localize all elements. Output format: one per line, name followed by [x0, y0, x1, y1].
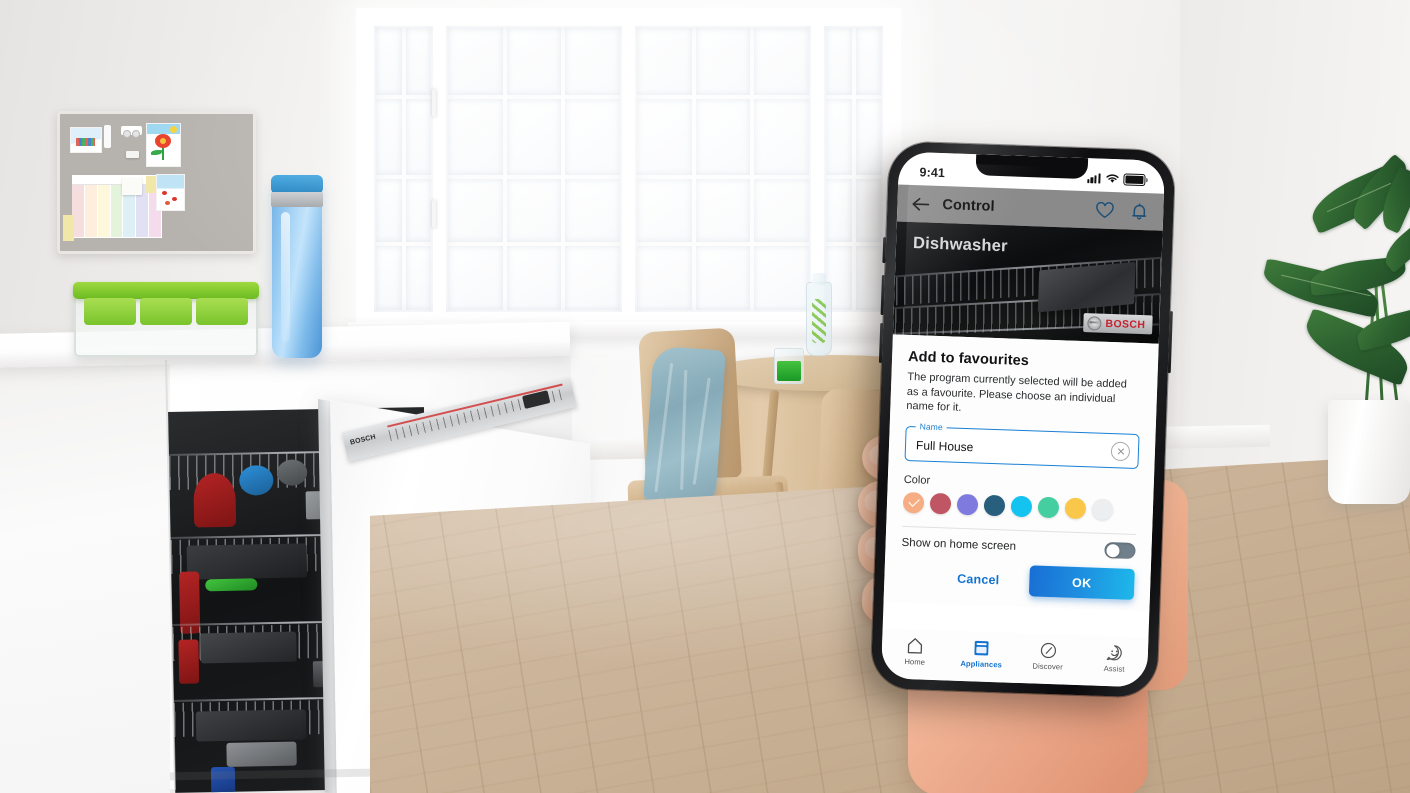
- nav-label-discover: Discover: [1032, 661, 1063, 672]
- bosch-logo-icon: [1087, 315, 1102, 331]
- nav-item-home[interactable]: Home: [886, 636, 945, 667]
- dialog-title: Add to favourites: [907, 348, 1030, 370]
- glass-carafe: [806, 273, 832, 356]
- status-bar-time: 9:41: [919, 164, 946, 180]
- appliance-hero-image: Dishwasher BOSCH: [892, 221, 1163, 344]
- nav-label-home: Home: [904, 657, 926, 667]
- back-arrow-icon[interactable]: [908, 192, 932, 216]
- blue-water-bottle: [271, 175, 323, 358]
- ok-button[interactable]: OK: [1028, 565, 1135, 601]
- drinking-glass: [774, 348, 804, 384]
- nav-label-assist: Assist: [1103, 663, 1125, 674]
- nav-item-assist[interactable]: Assist: [1085, 643, 1144, 674]
- plant-pot: [1328, 400, 1410, 504]
- color-swatch-rose[interactable]: [929, 493, 952, 515]
- appliance-icon: [974, 640, 989, 656]
- smiley-chat-icon: [1106, 645, 1123, 661]
- dialog-actions: Cancel OK: [900, 551, 1136, 611]
- appliance-title: Dishwasher: [912, 234, 1008, 256]
- cellular-signal-icon: [1086, 173, 1101, 184]
- color-swatch-peach[interactable]: [902, 492, 925, 514]
- heart-icon[interactable]: [1093, 198, 1117, 222]
- kitchen-island-side: [0, 352, 170, 793]
- color-swatch-cyan[interactable]: [1010, 495, 1033, 518]
- bottom-navigation-bar: Home Appliances Discover Assist: [880, 628, 1149, 688]
- bosch-badge: BOSCH: [1083, 313, 1153, 335]
- color-swatch-amber[interactable]: [1064, 497, 1087, 520]
- kitchen-scene-photo: BOSCH 9:41 Control Dishwasher BOSCH Add …: [0, 0, 1410, 793]
- color-swatch-mint[interactable]: [1037, 496, 1060, 519]
- childs-drawing-people: [70, 127, 102, 153]
- name-field-value: Full House: [915, 438, 974, 455]
- window-column-center-right: [631, 22, 815, 316]
- phone-notch: [975, 154, 1089, 180]
- bell-icon[interactable]: [1127, 200, 1151, 224]
- dishwasher-brand-mark: BOSCH: [349, 433, 377, 447]
- potted-plant: [1250, 153, 1410, 425]
- color-swatch-violet[interactable]: [956, 493, 979, 516]
- nav-label-appliances: Appliances: [960, 658, 1003, 670]
- name-field-label: Name: [915, 420, 947, 433]
- color-section-label: Color: [903, 474, 931, 487]
- childs-drawing-flower: [146, 123, 181, 167]
- glass-food-container: [73, 282, 259, 357]
- window-column-right: [820, 22, 887, 316]
- blue-throw-blanket: [642, 345, 726, 521]
- color-swatch-white[interactable]: [1091, 498, 1114, 521]
- show-on-home-screen-label: Show on home screen: [901, 537, 1017, 554]
- window-column-left: [370, 22, 437, 316]
- name-field[interactable]: Name Full House: [904, 420, 1140, 470]
- board-pinned-slip: [104, 125, 111, 148]
- app-bar-title: Control: [942, 196, 995, 215]
- battery-full-icon: [1123, 172, 1146, 186]
- bosch-wordmark: BOSCH: [1105, 317, 1146, 331]
- phone-screen: 9:41 Control Dishwasher BOSCH Add to fav…: [880, 151, 1166, 688]
- add-to-favourites-dialog: Add to favourites The program currently …: [883, 334, 1159, 612]
- compass-icon: [1040, 642, 1056, 659]
- nav-item-appliances[interactable]: Appliances: [952, 639, 1011, 670]
- board-recipe-note: [122, 178, 142, 195]
- clear-circle-icon[interactable]: [1110, 441, 1131, 461]
- cancel-button[interactable]: Cancel: [941, 564, 1016, 595]
- show-on-home-screen-toggle[interactable]: [1104, 542, 1136, 560]
- childs-drawing-ladybugs: [156, 174, 185, 211]
- dishwasher-cutlery-tray: [1037, 261, 1136, 313]
- home-icon: [907, 638, 923, 654]
- color-swatch-list[interactable]: [902, 492, 1138, 524]
- wifi-icon: [1105, 174, 1119, 183]
- color-swatch-teal[interactable]: [983, 494, 1006, 517]
- bulletin-board: [57, 111, 256, 254]
- nav-item-discover[interactable]: Discover: [1019, 641, 1078, 672]
- window-column-center-left: [442, 22, 626, 316]
- dialog-description: The program currently selected will be a…: [906, 370, 1128, 415]
- smartphone: 9:41 Control Dishwasher BOSCH Add to fav…: [870, 141, 1176, 698]
